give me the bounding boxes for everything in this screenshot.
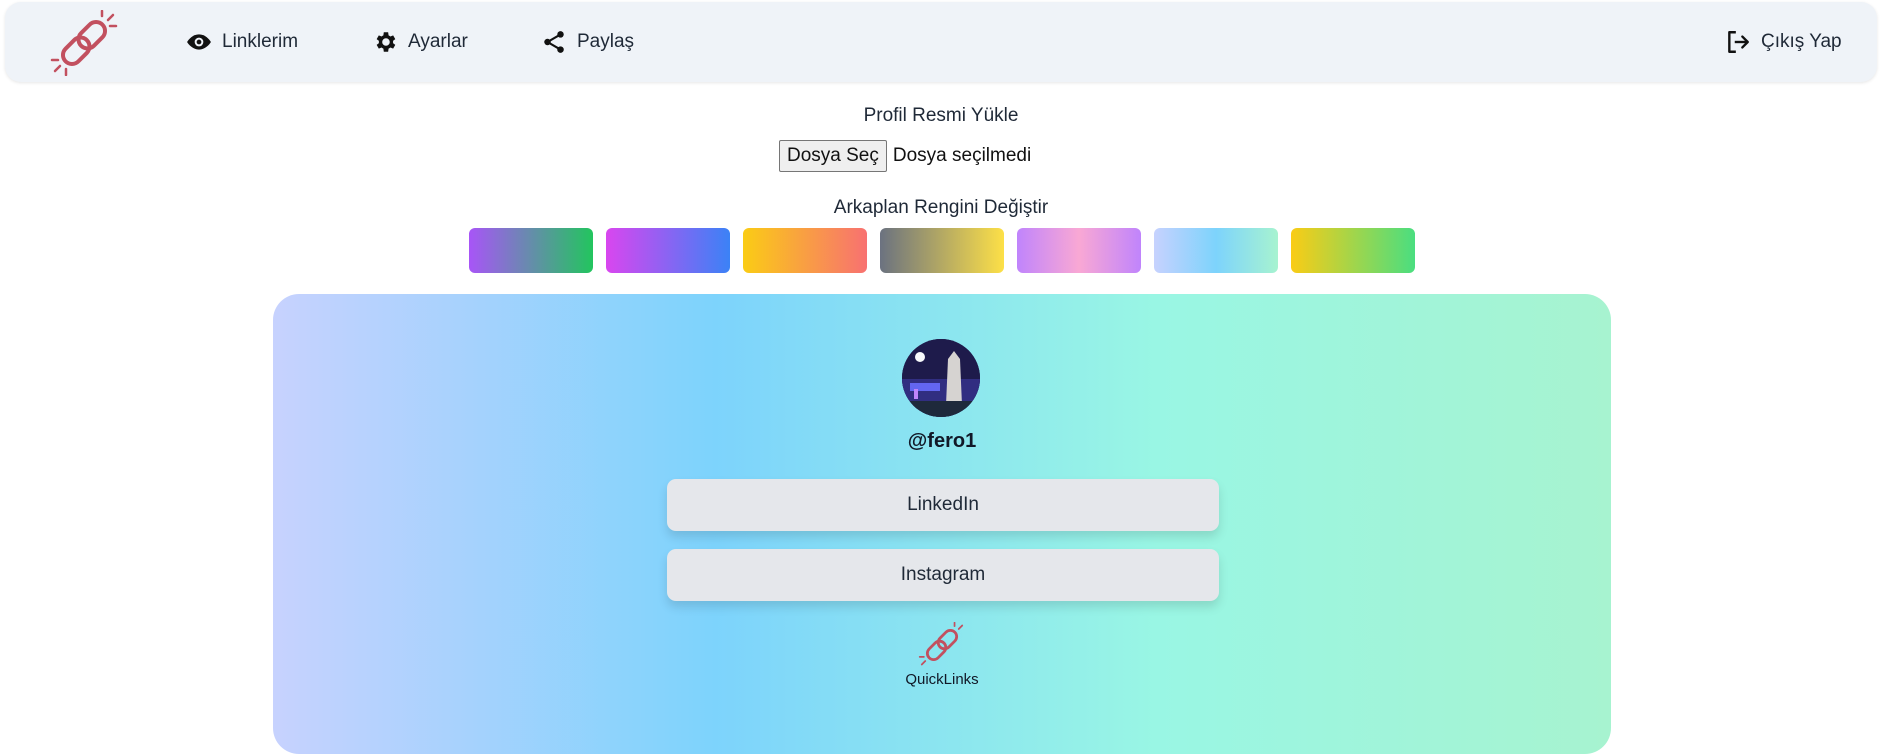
file-input[interactable]: Dosya Seç Dosya seçilmedi <box>779 140 1031 172</box>
brand-name: QuickLinks <box>905 671 979 688</box>
chain-link-icon[interactable] <box>50 9 118 77</box>
link-button-instagram[interactable]: Instagram <box>667 549 1219 601</box>
username: @fero1 <box>907 430 977 452</box>
nav-ayarlar-label: Ayarlar <box>408 31 468 52</box>
upload-title: Profil Resmi Yükle <box>863 105 1019 126</box>
footer-chain-link-icon <box>918 621 966 668</box>
nav-paylas-label: Paylaş <box>577 31 635 52</box>
logout-button[interactable]: Çıkış Yap <box>1725 2 1842 82</box>
logout-icon <box>1728 31 1749 53</box>
eye-icon <box>187 34 211 50</box>
nav-linklerim[interactable]: Linklerim <box>186 2 298 82</box>
swatch-gray-yellow[interactable] <box>880 228 1004 273</box>
gear-icon <box>376 32 396 52</box>
swatch-pink-blue[interactable] <box>606 228 730 273</box>
nav-linklerim-label: Linklerim <box>222 31 299 52</box>
swatch-indigo-cyan-green[interactable] <box>1154 228 1278 273</box>
share-icon <box>544 31 564 53</box>
logout-label: Çıkış Yap <box>1761 31 1842 52</box>
swatch-yellow-red[interactable] <box>743 228 867 273</box>
swatch-purple-green[interactable] <box>469 228 593 273</box>
choose-file-button[interactable]: Dosya Seç <box>779 140 887 172</box>
swatch-purple-pink[interactable] <box>1017 228 1141 273</box>
file-status: Dosya seçilmedi <box>892 145 1032 166</box>
background-title: Arkaplan Rengini Değiştir <box>833 197 1049 218</box>
avatar <box>902 339 980 417</box>
nav-ayarlar[interactable]: Ayarlar <box>372 2 468 82</box>
nav-paylas[interactable]: Paylaş <box>541 2 634 82</box>
background-swatches <box>469 228 1415 273</box>
profile-preview: @fero1 LinkedIn Instagram QuickLinks <box>273 294 1611 754</box>
navbar: Linklerim Ayarlar Paylaş Çıkış Yap <box>5 2 1877 82</box>
swatch-yellow-green[interactable] <box>1291 228 1415 273</box>
link-button-linkedin[interactable]: LinkedIn <box>667 479 1219 531</box>
